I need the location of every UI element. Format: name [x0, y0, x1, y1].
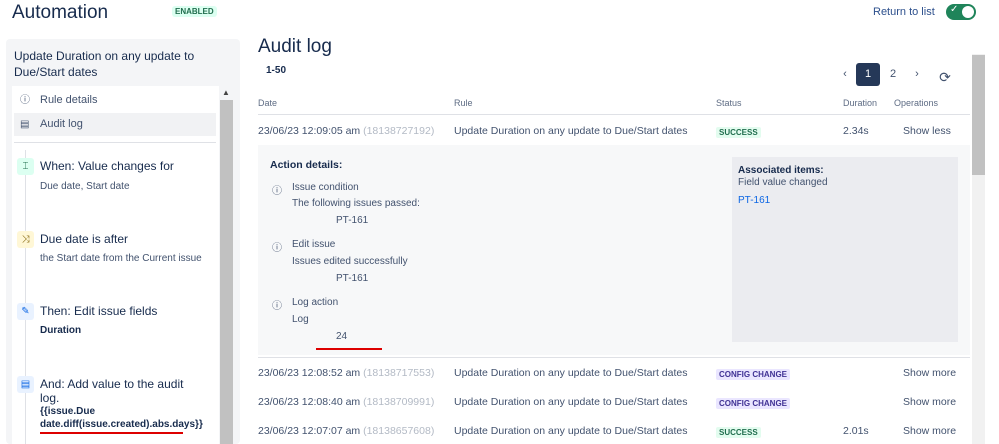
date: 23/06/23 12:08:40 am [258, 396, 361, 408]
sidebar-scrollbar[interactable] [220, 100, 233, 444]
column-header-duration: Duration [843, 98, 878, 108]
document-icon: ▤ [20, 119, 30, 130]
rule-cell: Update Duration on any update to Due/Sta… [454, 396, 688, 408]
log-icon: ▤ [17, 376, 34, 393]
flow-line [25, 150, 26, 444]
date: 23/06/23 12:08:52 am [258, 367, 361, 379]
execution-id: (18138727192) [363, 125, 435, 137]
page-1-button[interactable]: 1 [856, 63, 880, 86]
nav-label: Audit log [40, 118, 83, 130]
step-detail: Due date, Start date [40, 181, 130, 192]
execution-id: (18138657608) [363, 425, 435, 437]
pencil-icon: ✎ [17, 303, 34, 320]
column-header-operations: Operations [894, 98, 939, 108]
sidebar-item-rule-details[interactable]: ⓘ Rule details [14, 89, 216, 112]
show-more-button[interactable]: Show more [903, 396, 956, 408]
step-heading[interactable]: Then: Edit issue fields [40, 304, 157, 318]
column-header-status: Status [716, 98, 742, 108]
scroll-up-icon[interactable]: ▲ [222, 88, 230, 97]
step-detail: Duration [40, 325, 82, 336]
date-cell: 23/06/23 12:09:05 am (18138727192) [258, 125, 434, 137]
duration-cell: 2.34s [843, 125, 869, 137]
status-badge: SUCCESS [716, 427, 761, 438]
issue-link[interactable]: PT-161 [738, 195, 770, 206]
red-underline-annotation [40, 432, 183, 434]
prev-page-button[interactable]: ‹ [833, 63, 857, 86]
info-icon: ⓘ [272, 186, 282, 197]
action-message: The following issues passed: [292, 198, 420, 209]
step-detail: {{issue.Due date.diff(issue.created).abs… [40, 406, 203, 430]
execution-id: (18138709991) [363, 396, 435, 408]
header-divider [258, 114, 970, 115]
row-divider [258, 357, 970, 358]
action-message: Issues edited successfully [292, 256, 408, 267]
date-cell: 23/06/23 12:08:40 am (18138709991) [258, 396, 434, 408]
status-badge: CONFIG CHANGE [716, 369, 790, 380]
info-icon: ⓘ [272, 243, 282, 254]
rule-cell: Update Duration on any update to Due/Sta… [454, 367, 688, 379]
rule-cell: Update Duration on any update to Due/Sta… [454, 425, 688, 437]
show-less-button[interactable]: Show less [903, 125, 951, 137]
step-detail: the Start date from the Current issue [40, 253, 202, 264]
enable-toggle[interactable]: ✓ [946, 4, 976, 20]
rule-name: Update Duration on any update to Due/Sta… [14, 49, 195, 79]
date: 23/06/23 12:09:05 am [258, 125, 361, 137]
condition-icon: ⤨ [17, 231, 34, 248]
trigger-icon: ⌶ [17, 158, 34, 175]
page-2-button[interactable]: 2 [881, 63, 905, 86]
action-name: Issue condition [292, 182, 359, 193]
associated-items-title: Associated items: [738, 165, 824, 176]
status-badge: SUCCESS [716, 127, 761, 138]
info-icon: ⓘ [272, 301, 282, 312]
step-heading[interactable]: Due date is after [40, 232, 128, 246]
red-underline-annotation [316, 348, 382, 350]
divider [14, 142, 216, 143]
action-details-title: Action details: [270, 159, 343, 171]
column-header-rule: Rule [454, 98, 473, 108]
action-value: 24 [336, 331, 348, 342]
status-badge: ENABLED [172, 6, 217, 17]
step-heading[interactable]: And: Add value to the audit log. [40, 377, 190, 405]
show-more-button[interactable]: Show more [903, 367, 956, 379]
column-header-date: Date [258, 98, 278, 108]
refresh-icon[interactable]: ⟳ [933, 66, 957, 89]
action-message: Log [292, 314, 309, 325]
associated-items-subtitle: Field value changed [738, 177, 828, 188]
return-to-list-link[interactable]: Return to list [873, 6, 935, 18]
step-heading[interactable]: When: Value changes for [40, 159, 174, 173]
next-page-button[interactable]: › [905, 63, 929, 86]
action-value: PT-161 [336, 273, 369, 284]
info-icon: ⓘ [20, 95, 30, 106]
check-icon: ✓ [950, 4, 959, 15]
status-badge: CONFIG CHANGE [716, 398, 790, 409]
page-title: Audit log [258, 36, 332, 57]
main-scroll-thumb[interactable] [972, 55, 985, 175]
show-more-button[interactable]: Show more [903, 425, 956, 437]
date: 23/06/23 12:07:07 am [258, 425, 361, 437]
sidebar-item-audit-log[interactable]: ▤ Audit log [14, 113, 216, 136]
action-value: PT-161 [336, 215, 369, 226]
result-range: 1-50 [266, 65, 287, 76]
execution-id: (18138717553) [363, 367, 435, 379]
app-title: Automation [12, 2, 109, 23]
duration-cell: 2.01s [843, 425, 869, 437]
action-name: Edit issue [292, 239, 336, 250]
date-cell: 23/06/23 12:07:07 am (18138657608) [258, 425, 434, 437]
rule-cell: Update Duration on any update to Due/Sta… [454, 125, 688, 137]
action-name: Log action [292, 297, 339, 308]
nav-label: Rule details [40, 94, 98, 106]
date-cell: 23/06/23 12:08:52 am (18138717553) [258, 367, 434, 379]
